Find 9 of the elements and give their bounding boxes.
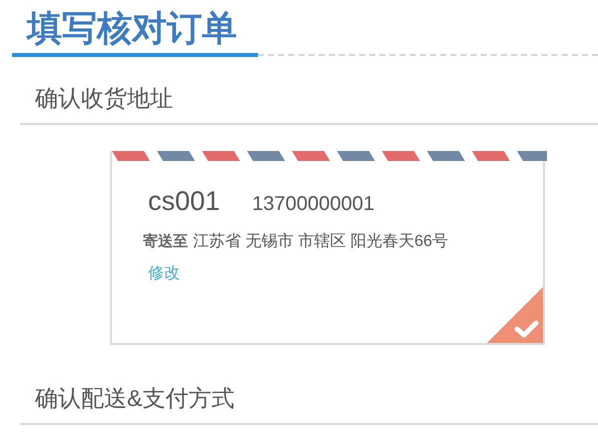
recipient-name: cs001: [148, 185, 220, 217]
shipping-address: 江苏省 无锡市 市辖区 阳光春天66号: [193, 232, 448, 252]
address-card[interactable]: cs001 13700000001 寄送至 江苏省 无锡市 市辖区 阳光春天66号 修改: [110, 151, 545, 345]
selected-check-icon: [487, 287, 543, 343]
section-title: 确认配送&支付方式: [35, 384, 234, 413]
phone-number: 13700000001: [252, 192, 374, 217]
ship-to-label: 寄送至: [143, 232, 188, 252]
section-title: 确认收货地址: [35, 84, 173, 113]
page-title: 填写核对订单: [27, 8, 238, 50]
